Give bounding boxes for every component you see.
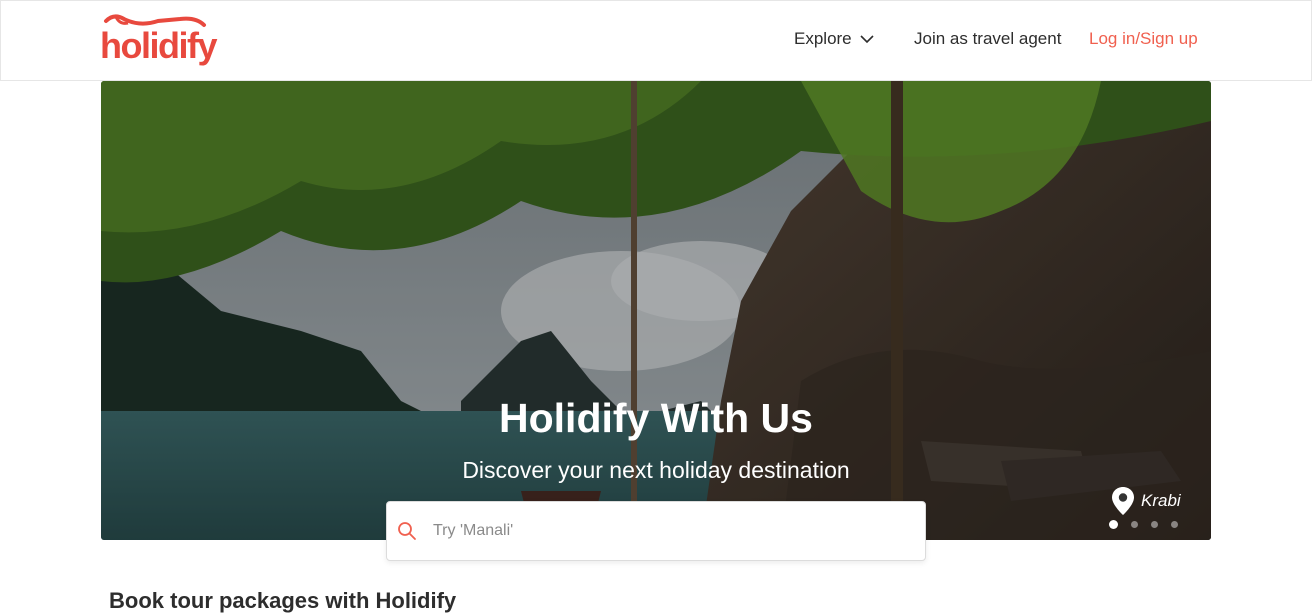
location-tag: Krabi xyxy=(1111,486,1181,516)
carousel-dot[interactable] xyxy=(1151,521,1158,528)
section-title: Book tour packages with Holidify xyxy=(109,588,457,613)
carousel-dot[interactable] xyxy=(1109,520,1118,529)
nav-login-signup[interactable]: Log in/Sign up xyxy=(1089,28,1198,50)
location-pin-icon xyxy=(1112,487,1134,515)
hero-subtitle: Discover your next holiday destination xyxy=(462,457,850,483)
chevron-down-icon xyxy=(860,35,874,44)
holidify-logo[interactable]: holidify xyxy=(100,11,220,71)
carousel-dot[interactable] xyxy=(1131,521,1138,528)
nav-explore[interactable]: Explore xyxy=(794,28,874,50)
search-box[interactable] xyxy=(386,501,926,561)
logo-text: holidify xyxy=(100,25,218,66)
carousel-dots xyxy=(1109,520,1191,529)
location-label: Krabi xyxy=(1141,491,1181,510)
hero-banner: Holidify With Us Discover your next holi… xyxy=(101,81,1211,540)
nav-join-travel-agent[interactable]: Join as travel agent xyxy=(914,28,1061,50)
nav-explore-label: Explore xyxy=(794,29,852,48)
top-header: holidify Explore Join as travel agent Lo… xyxy=(0,0,1312,81)
hero-title: Holidify With Us xyxy=(499,395,813,441)
carousel-dot[interactable] xyxy=(1171,521,1178,528)
search-icon xyxy=(398,522,416,540)
search-input[interactable] xyxy=(433,522,893,540)
